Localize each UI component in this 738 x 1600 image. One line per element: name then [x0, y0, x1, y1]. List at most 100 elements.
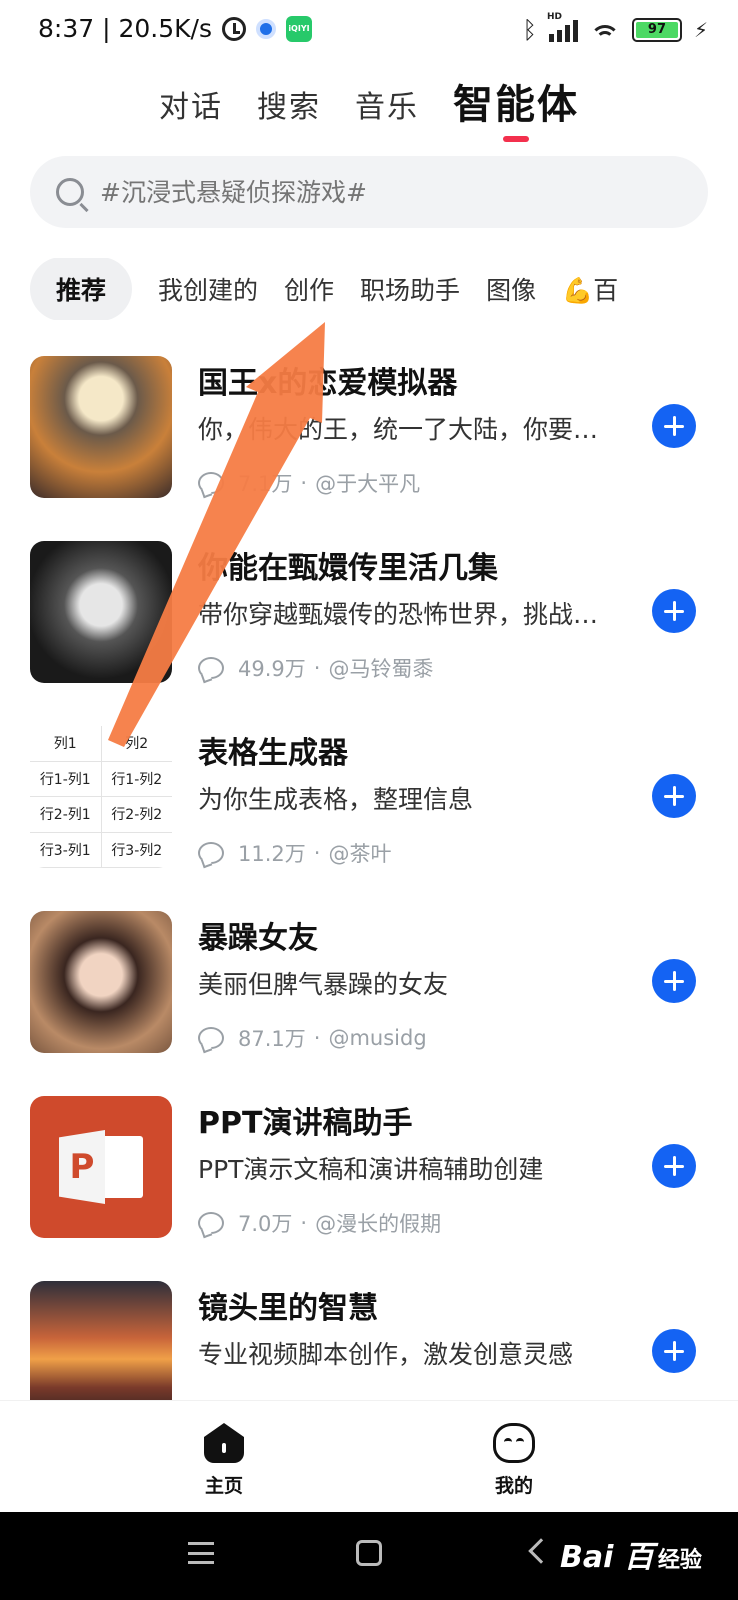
wifi-icon — [589, 19, 620, 41]
agent-meta: 7.0万 · @漫长的假期 — [198, 1208, 441, 1238]
back-icon[interactable] — [528, 1538, 554, 1564]
meta-separator: · — [300, 1211, 308, 1235]
plus-icon — [664, 1156, 684, 1176]
meta-separator: · — [300, 471, 308, 495]
meta-separator: · — [313, 656, 321, 680]
chat-bubble-icon — [198, 1027, 224, 1049]
author: @于大平凡 — [315, 472, 421, 496]
category-chips: 推荐 我创建的 创作 职场助手 图像 💪百 — [30, 258, 738, 320]
agent-thumbnail — [30, 541, 172, 683]
author: @musidg — [328, 1026, 427, 1050]
agent-description: 美丽但脾气暴躁的女友 — [198, 970, 449, 999]
agent-title: 国王x的恋爱模拟器 — [198, 366, 458, 401]
nav-mine-label: 我的 — [494, 1475, 533, 1497]
agent-thumbnail: P — [30, 1096, 172, 1238]
list-item[interactable]: 国王x的恋爱模拟器 你，伟大的王，统一了大陆，你要… 7.1万 · @于大平凡 — [0, 356, 738, 506]
tab-agents[interactable]: 智能体 — [453, 72, 579, 142]
agent-title: 你能在甄嬛传里活几集 — [198, 551, 498, 586]
agent-description: 带你穿越甄嬛传的恐怖世界，挑战… — [198, 600, 599, 629]
table-cell: 行3-列2 — [101, 832, 172, 868]
chat-count: 49.9万 — [238, 657, 306, 681]
nav-home[interactable]: 主页 — [164, 1423, 284, 1498]
ppt-letter: P — [59, 1130, 105, 1204]
agent-meta: 49.9万 · @马铃蜀黍 — [198, 653, 433, 683]
list-item[interactable]: 列1 列2 行1-列1 行1-列2 行2-列1 行2-列2 行3-列1 行3-列2 表格… — [0, 726, 738, 876]
add-agent-button[interactable] — [652, 1144, 696, 1188]
table-thumbnail: 列1 列2 行1-列1 行1-列2 行2-列1 行2-列2 行3-列1 行3-列2 — [30, 726, 172, 868]
agent-thumbnail — [30, 911, 172, 1053]
table-cell: 行1-列2 — [101, 761, 172, 798]
agent-thumbnail — [30, 1281, 172, 1401]
agent-title: 镜头里的智慧 — [198, 1291, 378, 1326]
status-bar: 8:37 | 20.5K/s iQIYI ᛒ HD 97 ⚡ — [0, 0, 738, 64]
chat-bubble-icon — [198, 657, 224, 679]
plus-icon — [664, 971, 684, 991]
bottom-nav: 主页 我的 — [0, 1400, 738, 1512]
watermark-suffix: 经验 — [657, 1548, 702, 1573]
add-agent-button[interactable] — [652, 1329, 696, 1373]
tab-music[interactable]: 音乐 — [355, 82, 419, 142]
watermark-brand: Bai 百 — [560, 1540, 654, 1575]
status-time-speed: 8:37 | 20.5K/s — [38, 14, 212, 43]
nav-home-label: 主页 — [204, 1475, 243, 1497]
category-image[interactable]: 图像 — [486, 258, 536, 320]
list-item[interactable]: 镜头里的智慧 专业视频脚本创作，激发创意灵感 — [0, 1281, 738, 1401]
menu-icon[interactable] — [188, 1542, 214, 1564]
add-agent-button[interactable] — [652, 589, 696, 633]
app-notification-icon — [255, 18, 276, 39]
system-navigation-bar: Bai 百经验 — [0, 1512, 738, 1600]
table-cell: 列1 — [30, 726, 102, 762]
search-bar[interactable] — [30, 156, 708, 228]
bluetooth-icon: ᛒ — [522, 16, 537, 44]
hd-label: HD — [546, 12, 562, 22]
table-cell: 列2 — [101, 726, 172, 762]
search-icon — [56, 178, 84, 206]
battery-icon: 97 — [631, 18, 682, 42]
status-left: 8:37 | 20.5K/s iQIYI — [38, 14, 312, 43]
category-recommended[interactable]: 推荐 — [30, 258, 133, 320]
plus-icon — [664, 601, 684, 621]
category-more[interactable]: 💪百 — [562, 258, 618, 320]
agent-title: 表格生成器 — [198, 736, 348, 771]
chat-bubble-icon — [198, 1212, 224, 1234]
add-agent-button[interactable] — [652, 959, 696, 1003]
tab-chat[interactable]: 对话 — [159, 82, 223, 142]
agent-title: PPT演讲稿助手 — [198, 1106, 413, 1141]
author: @漫长的假期 — [315, 1212, 442, 1236]
agent-meta: 11.2万 · @茶叶 — [198, 838, 391, 868]
list-item[interactable]: P PPT演讲稿助手 PPT演示文稿和演讲稿辅助创建 7.0万 · @漫长的假期 — [0, 1096, 738, 1246]
agent-meta: 7.1万 · @于大平凡 — [198, 468, 420, 498]
table-cell: 行2-列1 — [30, 796, 102, 833]
table-cell: 行3-列1 — [30, 832, 102, 868]
powerpoint-icon: P — [59, 1130, 143, 1204]
agent-description: 专业视频脚本创作，激发创意灵感 — [198, 1340, 574, 1369]
signal-icon: HD — [547, 12, 578, 42]
plus-icon — [664, 1341, 684, 1361]
search-input[interactable] — [100, 177, 660, 207]
chat-count: 7.1万 — [238, 472, 293, 496]
table-cell: 行1-列1 — [30, 761, 102, 798]
list-item[interactable]: 你能在甄嬛传里活几集 带你穿越甄嬛传的恐怖世界，挑战… 49.9万 · @马铃蜀… — [0, 541, 738, 691]
category-my-created[interactable]: 我创建的 — [158, 258, 258, 320]
chat-count: 87.1万 — [238, 1027, 306, 1051]
baidu-jingyan-watermark: Bai 百经验 — [560, 1532, 702, 1576]
home-square-icon[interactable] — [356, 1540, 382, 1566]
iqiyi-app-icon: iQIYI — [285, 15, 312, 42]
home-icon — [204, 1423, 244, 1463]
chat-bubble-icon — [198, 472, 224, 494]
plus-icon — [664, 786, 684, 806]
alarm-icon — [221, 16, 246, 41]
agent-description: 为你生成表格，整理信息 — [198, 785, 474, 814]
meta-separator: · — [313, 841, 321, 865]
plus-icon — [664, 416, 684, 436]
category-workplace[interactable]: 职场助手 — [360, 258, 460, 320]
add-agent-button[interactable] — [652, 404, 696, 448]
add-agent-button[interactable] — [652, 774, 696, 818]
agent-thumbnail — [30, 356, 172, 498]
nav-mine[interactable]: 我的 — [454, 1423, 574, 1498]
list-item[interactable]: 暴躁女友 美丽但脾气暴躁的女友 87.1万 · @musidg — [0, 911, 738, 1061]
table-cell: 行2-列2 — [101, 796, 172, 833]
category-creation[interactable]: 创作 — [284, 258, 334, 320]
tab-search[interactable]: 搜索 — [257, 82, 321, 142]
agent-thumbnail: 列1 列2 行1-列1 行1-列2 行2-列1 行2-列2 行3-列1 行3-列2 — [30, 726, 172, 868]
